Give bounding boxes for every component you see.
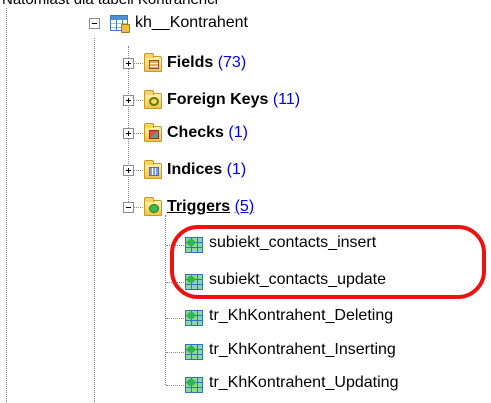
triggers-label: Triggers (5): [167, 198, 255, 215]
tree-guide-line: [94, 38, 95, 403]
collapse-icon[interactable]: [123, 202, 134, 213]
fields-folder-icon: [144, 53, 162, 72]
trigger-label: tr_KhKontrahent_Updating: [209, 374, 399, 391]
tree-branch-line: [166, 318, 186, 319]
tree-guide-line: [165, 215, 166, 385]
collapse-icon[interactable]: [89, 18, 100, 29]
trigger-icon: [185, 310, 203, 326]
highlight-ellipse: [170, 225, 486, 299]
indices-label: Indices (1): [167, 161, 247, 178]
trigger-icon: [185, 377, 203, 393]
checks-folder-icon: [144, 123, 162, 142]
expand-icon[interactable]: [123, 165, 134, 176]
caption-text: Natomiast dla tabeli Kontrahenci: [2, 0, 218, 9]
indices-folder-icon: [144, 160, 162, 179]
fields-label: Fields (73): [167, 54, 247, 71]
expand-icon[interactable]: [123, 128, 134, 139]
tree-branch-line: [166, 385, 186, 386]
tree-guide-line: [6, 8, 7, 403]
foreign-keys-folder-icon: [144, 90, 162, 109]
trigger-label: tr_KhKontrahent_Inserting: [209, 341, 396, 358]
expand-icon[interactable]: [123, 95, 134, 106]
tree-branch-line: [166, 352, 186, 353]
triggers-folder-icon: [144, 197, 162, 216]
checks-label: Checks (1): [167, 124, 248, 141]
table-icon: [110, 15, 130, 33]
trigger-label: tr_KhKontrahent_Deleting: [209, 307, 394, 324]
expand-icon[interactable]: [123, 58, 134, 69]
table-label: kh__Kontrahent: [135, 14, 248, 31]
foreign-keys-label: Foreign Keys (11): [167, 91, 301, 108]
trigger-icon: [185, 344, 203, 360]
